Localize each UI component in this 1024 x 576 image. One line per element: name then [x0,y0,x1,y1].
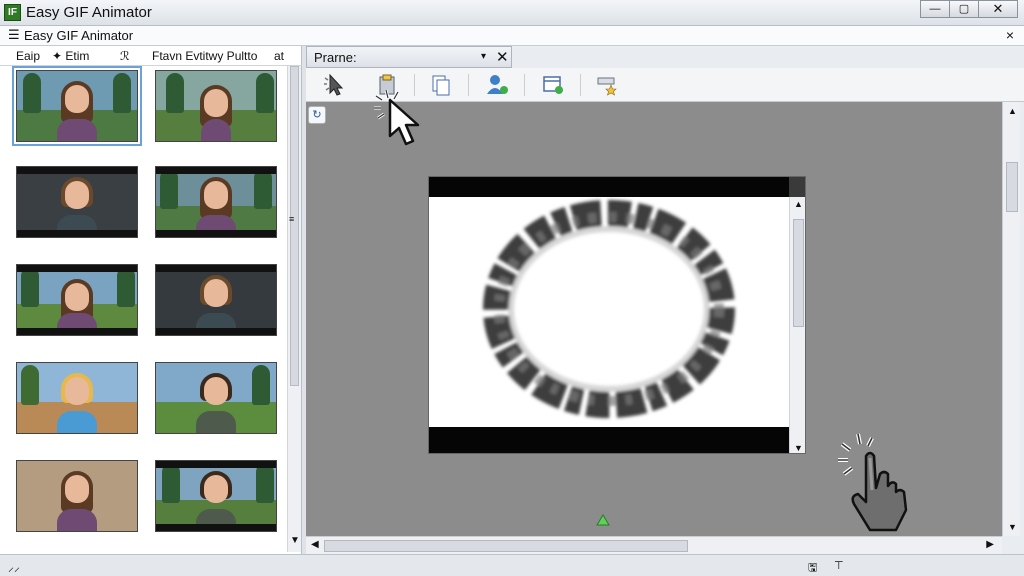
menu-icon[interactable]: ☰ [8,27,20,43]
tab-effects[interactable]: ✦ Etim [52,49,89,63]
frames-panel-tabs: Eaip ✦ Etim ℛ Ftavn Evtitwy Pultto at [0,46,302,66]
insert-frame-icon[interactable] [540,72,566,98]
tab-resize[interactable]: ℛ [120,49,130,63]
preview-scrollbar[interactable]: ▲ ▼ [789,197,805,453]
scrollbar-thumb[interactable] [290,66,299,386]
close-window-button[interactable]: ✕ [978,0,1018,18]
scroll-up-icon[interactable]: ▲ [794,199,803,209]
letterbox-bottom [429,427,789,453]
app-logo-icon: IF [4,4,21,21]
frame-toolbar [306,68,1024,102]
frame-thumbnail[interactable] [155,70,277,142]
document-bar: ☰ Easy GIF Animator × [0,26,1024,46]
frame-thumbnail[interactable] [16,460,138,532]
canvas-vertical-scrollbar[interactable]: ▲ ▼ [1002,102,1020,536]
frame-panel-title: Prarne: [314,50,357,65]
document-title: Easy GIF Animator [24,28,134,43]
letterbox-top [429,177,789,197]
copy-frame-icon[interactable] [428,72,454,98]
chevron-down-icon[interactable]: ▾ [481,51,486,62]
rotate-icon[interactable]: ↻ [308,106,326,124]
tab-frame-options[interactable]: Ftavn Evtitwy Pultto [152,49,257,63]
frame-thumbnail[interactable] [155,362,277,434]
scroll-up-icon[interactable]: ▲ [1008,106,1017,116]
tab-edit[interactable]: Eaip [16,49,40,63]
window-title: Easy GIF Animator [26,4,152,21]
frame-thumbnail[interactable] [155,166,277,238]
window-titlebar: IF Easy GIF Animator — ▢ ✕ [0,0,1024,26]
caret-status-icon: ⊤ [834,560,844,572]
frame-thumbnail[interactable] [155,264,277,336]
scroll-left-icon[interactable]: ◀ [311,539,319,550]
add-user-icon[interactable] [484,72,510,98]
maximize-button[interactable]: ▢ [949,0,979,18]
scroll-down-icon[interactable]: ▼ [290,535,300,546]
scroll-grip-icon: ≡ [289,214,295,224]
paste-frame-icon[interactable] [374,72,400,98]
scroll-down-icon[interactable]: ▼ [794,443,803,453]
frame-preview: ▲ ▼ [428,176,806,454]
frame-thumbnail[interactable] [16,362,138,434]
frame-thumbnail[interactable] [16,264,138,336]
scrollbar-thumb[interactable] [324,540,688,552]
cursor-tool-icon[interactable] [322,72,348,98]
window-controls: — ▢ ✕ [920,0,1018,18]
close-panel-button[interactable]: ✕ [496,48,509,66]
scroll-right-icon[interactable]: ▶ [986,539,994,550]
minimize-button[interactable]: — [920,0,950,18]
close-document-button[interactable]: × [1006,27,1014,43]
frame-thumbnail[interactable] [16,166,138,238]
save-status-icon: 🖫 [808,562,818,574]
frames-list-scrollbar[interactable]: ≡ ▼ [287,66,301,552]
circle-brush-stroke [483,200,735,418]
scrollbar-thumb[interactable] [1006,162,1018,212]
status-text: ⸝⸝ [8,560,21,574]
frame-thumbnail[interactable] [12,66,142,146]
frame-panel-header: Prarne: ▾ ✕ [306,46,512,68]
tab-more[interactable]: at [274,49,284,63]
status-bar: ⸝⸝ 🖫 ⊤ [0,554,1024,576]
effects-icon[interactable] [594,72,620,98]
canvas-horizontal-scrollbar[interactable]: ◀ ▶ [306,536,1002,554]
scroll-down-icon[interactable]: ▼ [1008,522,1017,532]
scrollbar-thumb[interactable] [793,219,804,327]
anchor-triangle-icon [596,514,610,526]
frame-thumbnail[interactable] [155,460,277,532]
